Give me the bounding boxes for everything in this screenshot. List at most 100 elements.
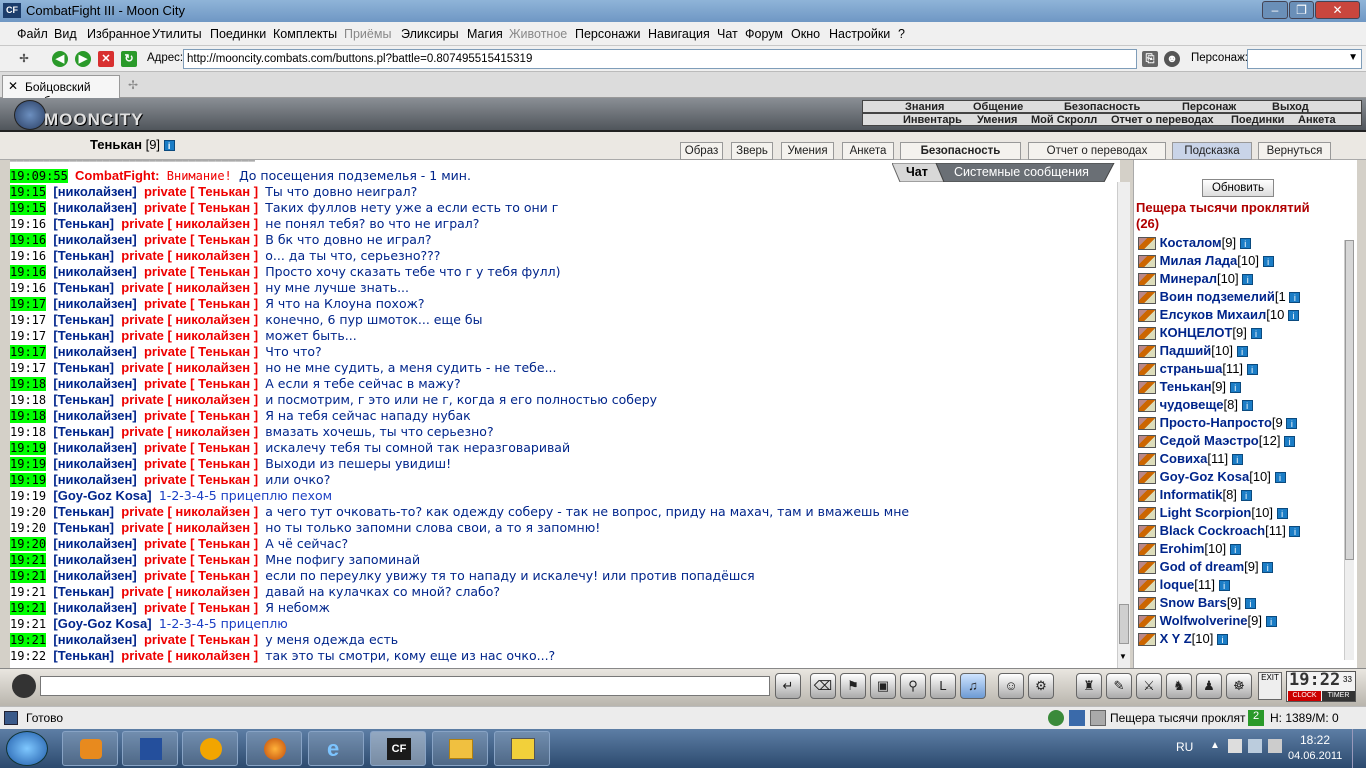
chat-settings-icon[interactable]: ⚙ [1028, 673, 1054, 699]
nav-profile[interactable]: Анкета [1298, 114, 1336, 126]
message-sender[interactable]: Тенькан [58, 392, 110, 407]
chat-input[interactable] [40, 676, 770, 696]
message-sender[interactable]: николайзен [58, 408, 133, 423]
bag-icon[interactable]: ♟ [1196, 673, 1222, 699]
message-private-tag[interactable]: private [ николайзен ] [121, 280, 258, 295]
message-sender[interactable]: Тенькан [58, 280, 110, 295]
private-chat-icon[interactable] [1138, 489, 1156, 503]
private-chat-icon[interactable] [1138, 237, 1156, 251]
message-sender[interactable]: николайзен [58, 568, 133, 583]
message-sender[interactable]: николайзен [58, 184, 133, 199]
eraser-icon[interactable]: ⌫ [810, 673, 836, 699]
profile-button[interactable]: Анкета [842, 142, 894, 160]
menu-fights[interactable]: Поединки [210, 27, 266, 41]
menu-favorites[interactable]: Избранное [87, 27, 150, 41]
room-user[interactable]: X Y Z[10] i [1138, 630, 1228, 648]
map-icon[interactable] [1090, 710, 1106, 726]
room-user[interactable]: Косталом[9] i [1138, 234, 1251, 252]
user-name[interactable]: чудовеще [1160, 397, 1224, 412]
skills-button[interactable]: Умения [781, 142, 834, 160]
image-button[interactable]: Образ [680, 142, 723, 160]
send-icon[interactable]: ↵ [775, 673, 801, 699]
info-icon[interactable]: i [1287, 310, 1299, 322]
user-name[interactable]: Милая Лада [1160, 253, 1238, 268]
info-icon[interactable]: i [1284, 436, 1296, 448]
nav-knowledge[interactable]: Знания [905, 101, 944, 113]
friends-icon[interactable]: ☸ [1226, 673, 1252, 699]
message-private-tag[interactable]: private [ Тенькан ] [144, 600, 258, 615]
message-sender[interactable]: николайзен [58, 232, 133, 247]
user-name[interactable]: Тенькан [1160, 379, 1212, 394]
menu-file[interactable]: Файл [17, 27, 48, 41]
room-user[interactable]: Snow Bars[9] i [1138, 594, 1256, 612]
online-icon[interactable] [1048, 710, 1064, 726]
menu-elixirs[interactable]: Эликсиры [401, 27, 459, 41]
inventory-icon[interactable]: ♜ [1076, 673, 1102, 699]
room-user[interactable]: чудовеще[8] i [1138, 396, 1253, 414]
chat-scrollbar[interactable]: ▼ [1117, 182, 1130, 668]
menu-view[interactable]: Вид [54, 27, 77, 41]
private-chat-icon[interactable] [1138, 363, 1156, 377]
message-sender[interactable]: Goy-Goz Kosa [58, 616, 148, 631]
users-icon[interactable]: ☻ [1164, 51, 1180, 67]
persona-select[interactable]: ▼ [1247, 49, 1362, 69]
info-icon[interactable]: i [1246, 364, 1258, 376]
user-name[interactable]: Black Cockroach [1160, 523, 1266, 538]
private-chat-icon[interactable] [1138, 543, 1156, 557]
user-name[interactable]: Informatik [1160, 487, 1223, 502]
message-private-tag[interactable]: private [ николайзен ] [121, 248, 258, 263]
room-user[interactable]: Wolfwolverine[9] i [1138, 612, 1277, 630]
room-user[interactable]: Елсуков Михаил[10 i [1138, 306, 1299, 324]
info-icon[interactable]: i [1231, 454, 1243, 466]
info-icon[interactable]: i [1229, 382, 1241, 394]
private-chat-icon[interactable] [1138, 435, 1156, 449]
info-icon[interactable]: i [1244, 598, 1256, 610]
room-user[interactable]: Просто-Напросто[9 i [1138, 414, 1298, 432]
message-private-tag[interactable]: private [ николайзен ] [121, 648, 258, 663]
room-user[interactable]: Informatik[8] i [1138, 486, 1252, 504]
message-private-tag[interactable]: private [ Тенькан ] [144, 296, 258, 311]
message-private-tag[interactable]: private [ николайзен ] [121, 312, 258, 327]
private-chat-icon[interactable] [1138, 381, 1156, 395]
nav-exit[interactable]: Выход [1272, 101, 1309, 113]
security-button[interactable]: Безопасность [900, 142, 1021, 160]
private-chat-icon[interactable] [1138, 327, 1156, 341]
nav-character[interactable]: Персонаж [1182, 101, 1236, 113]
hint-button[interactable]: Подсказка [1172, 142, 1252, 160]
room-user[interactable]: God of dream[9] i [1138, 558, 1274, 576]
message-private-tag[interactable]: private [ Тенькан ] [144, 408, 258, 423]
go-icon[interactable]: ⎘ [1142, 51, 1158, 67]
user-name[interactable]: Wolfwolverine [1160, 613, 1248, 628]
user-name[interactable]: Минерал [1160, 271, 1217, 286]
clan-icon[interactable]: ♞ [1166, 673, 1192, 699]
message-private-tag[interactable]: private [ Тенькан ] [144, 344, 258, 359]
nav-security[interactable]: Безопасность [1064, 101, 1140, 113]
message-sender[interactable]: Тенькан [58, 520, 110, 535]
exit-button[interactable]: EXIT [1258, 672, 1282, 700]
private-chat-icon[interactable] [1138, 273, 1156, 287]
tab-fight-club[interactable]: ✕ Бойцовский клуб [2, 75, 120, 108]
menu-magic[interactable]: Магия [467, 27, 503, 41]
minimize-button[interactable]: – [1262, 1, 1288, 19]
userlist-scroll-thumb[interactable] [1345, 240, 1354, 560]
nav-communication[interactable]: Общение [973, 101, 1023, 113]
menu-window[interactable]: Окно [791, 27, 820, 41]
stop-icon[interactable]: ✕ [98, 51, 114, 67]
message-sender[interactable]: николайзен [58, 552, 133, 567]
message-sender[interactable]: Тенькан [58, 216, 110, 231]
message-sender[interactable]: Тенькан [58, 360, 110, 375]
room-user[interactable]: Light Scorpion[10] i [1138, 504, 1288, 522]
info-icon[interactable]: i [1289, 526, 1301, 538]
taskbar-explorer[interactable] [432, 731, 488, 766]
message-sender[interactable]: Тенькан [58, 424, 110, 439]
message-private-tag[interactable]: private [ николайзен ] [121, 360, 258, 375]
private-chat-icon[interactable] [1138, 579, 1156, 593]
info-icon[interactable]: i [1286, 418, 1298, 430]
timer-button[interactable]: TIMER [1322, 691, 1355, 701]
private-chat-icon[interactable] [1138, 597, 1156, 611]
message-sender[interactable]: николайзен [58, 264, 133, 279]
message-sender[interactable]: Тенькан [58, 504, 110, 519]
info-icon[interactable]: i [1250, 328, 1262, 340]
room-user[interactable]: Совиха[11] i [1138, 450, 1243, 468]
private-chat-icon[interactable] [1138, 255, 1156, 269]
